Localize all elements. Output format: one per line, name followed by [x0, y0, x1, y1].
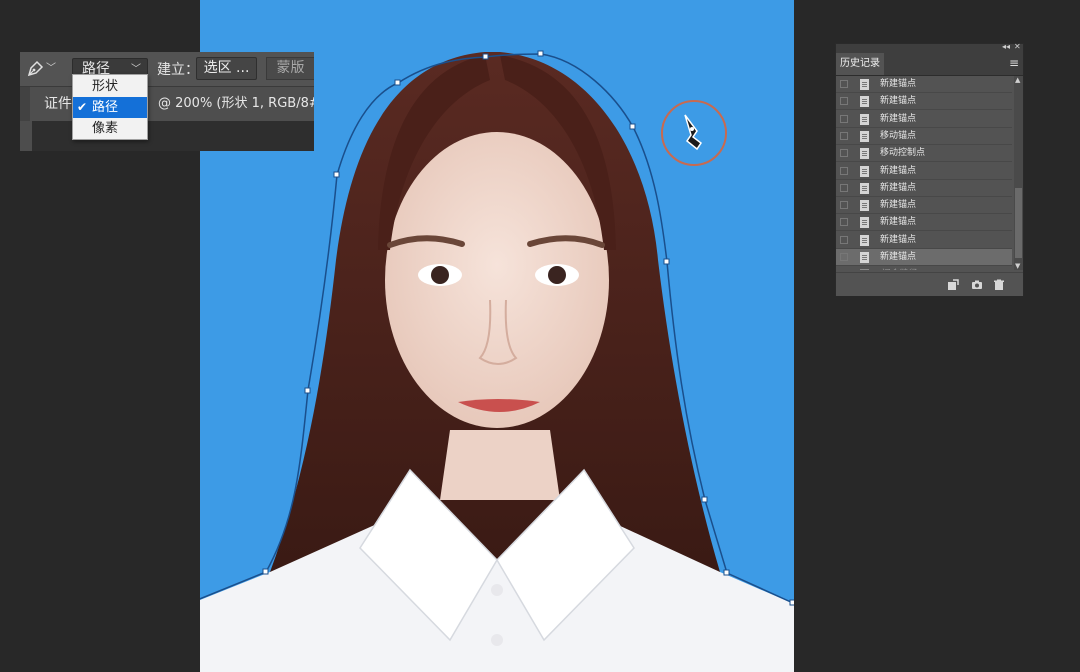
scroll-down-icon[interactable]: ▼: [1015, 262, 1020, 270]
make-label: 建立：: [157, 62, 199, 78]
history-row[interactable]: 新建锚点: [836, 93, 1012, 110]
pen-cursor-icon: [684, 114, 703, 151]
tool-mode-dropdown[interactable]: 形状 ✔ 路径 像素: [72, 74, 148, 140]
history-row-label: 移动控制点: [880, 148, 926, 158]
snapshot-camera-icon[interactable]: [970, 278, 984, 292]
photoshop-workspace: ﹀ 路径 ﹀ 建立： 选区 ... 蒙版 证件 @ 200% (形状 1, RG…: [0, 0, 1080, 672]
history-source-checkbox[interactable]: [840, 218, 848, 226]
history-scrollbar[interactable]: ▲ ▼: [1014, 76, 1023, 270]
history-state-icon: [860, 235, 869, 246]
history-row-label: 移动锚点: [880, 131, 917, 141]
history-row[interactable]: 新建锚点: [836, 214, 1012, 231]
history-row[interactable]: 新建锚点: [836, 76, 1012, 93]
history-source-checkbox[interactable]: [840, 149, 848, 157]
history-row-label: 新建锚点: [880, 217, 917, 227]
history-row[interactable]: 新建锚点: [836, 249, 1012, 266]
history-source-checkbox[interactable]: [840, 80, 848, 88]
panel-title-bar: ◂◂ ✕: [836, 42, 1023, 53]
history-state-icon: [860, 114, 869, 125]
history-row[interactable]: 新建锚点: [836, 111, 1012, 128]
document-tab-bar: 证件 @ 200% (形状 1, RGB/8#) *: [20, 87, 314, 121]
history-row-label: 新建锚点: [880, 252, 917, 262]
history-state-icon: [860, 200, 869, 211]
history-source-checkbox[interactable]: [840, 184, 848, 192]
scroll-thumb[interactable]: [1015, 188, 1022, 258]
new-document-from-state-icon[interactable]: [946, 278, 960, 292]
checkmark-icon: ✔: [77, 100, 88, 114]
history-state-icon: [860, 269, 869, 270]
history-source-checkbox[interactable]: [840, 115, 848, 123]
history-row[interactable]: 新建锚点: [836, 197, 1012, 214]
dropdown-option-pixels[interactable]: 像素: [73, 118, 147, 139]
history-state-icon: [860, 183, 869, 194]
history-row-label: 新建锚点: [880, 114, 917, 124]
history-row-label: 新建锚点: [880, 183, 917, 193]
history-row-label: 闭合路径: [880, 266, 916, 270]
history-state-icon: [860, 79, 869, 90]
history-state-icon: [860, 96, 869, 107]
history-panel: ◂◂ ✕ 历史记录 ≡ 新建锚点 新建锚点 新建锚点 移动锚点 移动控制点 新建锚点 新建锚…: [835, 42, 1024, 296]
history-row[interactable]: 移动锚点: [836, 128, 1012, 145]
history-source-checkbox[interactable]: [840, 236, 848, 244]
dropdown-option-shape[interactable]: 形状: [73, 76, 147, 97]
history-row-label: 新建锚点: [880, 235, 917, 245]
history-state-icon: [860, 252, 869, 263]
close-icon[interactable]: ✕: [1014, 42, 1021, 51]
history-state-icon: [860, 148, 869, 159]
history-state-list[interactable]: 新建锚点 新建锚点 新建锚点 移动锚点 移动控制点 新建锚点 新建锚点 新建锚点 新建锚点 新建锚…: [836, 76, 1014, 270]
dropdown-option-label: 路径: [92, 100, 119, 115]
history-source-checkbox[interactable]: [840, 201, 848, 209]
history-row[interactable]: 移动控制点: [836, 145, 1012, 162]
document-name: 证件: [44, 96, 72, 112]
history-source-checkbox[interactable]: [840, 167, 848, 175]
history-source-checkbox[interactable]: [840, 132, 848, 140]
tools-panel-edge: [20, 121, 314, 151]
history-footer: [836, 272, 1023, 296]
history-row[interactable]: 闭合路径: [836, 266, 1012, 270]
dropdown-option-label: 形状: [92, 79, 119, 94]
trash-icon[interactable]: [992, 278, 1006, 292]
history-row-label: 新建锚点: [880, 96, 917, 106]
panel-menu-icon[interactable]: ≡: [1009, 57, 1019, 69]
tool-preset-chevron-icon[interactable]: ﹀: [46, 62, 58, 76]
scroll-up-icon[interactable]: ▲: [1015, 76, 1020, 84]
history-row[interactable]: 新建锚点: [836, 180, 1012, 197]
options-bar: ﹀ 路径 ﹀ 建立： 选区 ... 蒙版: [20, 52, 314, 87]
history-state-icon: [860, 166, 869, 177]
dropdown-option-path[interactable]: ✔ 路径: [73, 97, 147, 118]
history-panel-header: 历史记录 ≡: [836, 53, 1023, 76]
make-mask-button[interactable]: 蒙版: [266, 57, 314, 80]
history-row[interactable]: 新建锚点: [836, 163, 1012, 180]
history-source-checkbox[interactable]: [840, 97, 848, 105]
history-state-icon: [860, 217, 869, 228]
history-tab[interactable]: 历史记录: [836, 53, 884, 75]
history-source-checkbox[interactable]: [840, 253, 848, 261]
make-selection-button[interactable]: 选区 ...: [196, 57, 257, 80]
dropdown-option-label: 像素: [92, 121, 119, 136]
history-row-label: 新建锚点: [880, 166, 917, 176]
tools-strip: [20, 121, 32, 151]
history-state-icon: [860, 131, 869, 142]
document-info: @ 200% (形状 1, RGB/8#) *: [158, 96, 314, 111]
history-row-label: 新建锚点: [880, 200, 917, 210]
collapse-icon[interactable]: ◂◂: [1002, 42, 1010, 51]
history-row[interactable]: 新建锚点: [836, 232, 1012, 249]
history-row-label: 新建锚点: [880, 79, 917, 89]
